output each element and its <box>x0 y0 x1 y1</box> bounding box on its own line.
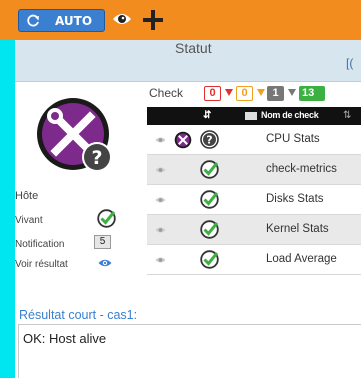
filter-critical-icon[interactable] <box>225 89 233 96</box>
check-name[interactable]: Kernel Stats <box>266 223 329 235</box>
ok-check-icon <box>200 250 219 269</box>
sort-name-icon[interactable]: ⇅ <box>343 110 351 121</box>
check-name[interactable]: Load Average <box>266 253 337 265</box>
resultat-court-text: OK: Host alive <box>23 331 107 346</box>
resultat-court-title: Résultat court - cas1: <box>19 308 138 322</box>
sort-state-icon[interactable]: ⇵ <box>203 110 211 121</box>
check-label: Check <box>149 86 184 100</box>
host-panel: Statut [( ? Hôte Vivant Notification 5 V… <box>15 40 361 378</box>
count-ok[interactable]: 13 <box>299 86 325 101</box>
statut-header: Statut [( <box>15 40 361 82</box>
svg-text:?: ? <box>91 147 102 169</box>
row-tools-icon <box>174 131 192 149</box>
filter-warning-icon[interactable] <box>257 89 265 96</box>
notification-count-badge: 5 <box>94 235 111 249</box>
voir-resultat-label: Voir résultat <box>15 259 68 270</box>
count-critical[interactable]: 0 <box>204 86 221 101</box>
ok-check-icon <box>200 160 219 179</box>
ok-check-icon <box>97 209 116 228</box>
ok-check-icon <box>200 190 219 209</box>
table-row[interactable]: check-metrics <box>147 155 361 185</box>
check-name[interactable]: CPU Stats <box>266 133 320 145</box>
host-label: Hôte <box>15 190 39 202</box>
resultat-court-box: OK: Host alive <box>18 324 361 378</box>
statut-overflow-text: [( <box>346 56 354 70</box>
check-name[interactable]: check-metrics <box>266 163 337 175</box>
host-tools-icon: ? <box>37 98 112 172</box>
unknown-status-icon: ? <box>200 130 219 149</box>
table-row[interactable]: ? CPU Stats <box>147 125 361 155</box>
resultat-court-section: Résultat court - cas1: OK: Host alive <box>15 302 361 378</box>
count-unknown[interactable]: 1 <box>267 86 284 101</box>
count-warning[interactable]: 0 <box>236 86 253 101</box>
notification-label: Notification <box>15 239 65 250</box>
check-table-header: ⇵ Nom de check ⇅ <box>147 107 361 125</box>
auto-refresh-button[interactable]: AUTO <box>18 9 105 32</box>
plus-icon[interactable] <box>141 7 165 33</box>
column-nom-de-check[interactable]: Nom de check <box>261 110 319 120</box>
host-column: ? Hôte Vivant Notification 5 Voir résult… <box>15 82 147 302</box>
check-name[interactable]: Disks Stats <box>266 193 324 205</box>
envelope-icon <box>245 112 257 120</box>
table-row[interactable]: Kernel Stats <box>147 215 361 245</box>
row-eye-icon[interactable] <box>155 226 166 234</box>
row-eye-icon[interactable] <box>155 166 166 174</box>
table-row[interactable]: Load Average <box>147 245 361 275</box>
voir-resultat-eye-icon[interactable] <box>98 258 112 268</box>
check-header: Check 0 0 1 13 <box>147 82 361 107</box>
table-row[interactable]: Disks Stats <box>147 185 361 215</box>
refresh-icon <box>27 14 39 27</box>
auto-label: AUTO <box>55 14 93 28</box>
svg-text:?: ? <box>206 134 212 147</box>
row-eye-icon[interactable] <box>155 256 166 264</box>
ok-check-icon <box>200 220 219 239</box>
row-eye-icon[interactable] <box>155 196 166 204</box>
row-eye-icon[interactable] <box>155 136 166 144</box>
eye-icon[interactable] <box>112 11 132 27</box>
filter-unknown-icon[interactable] <box>288 89 296 96</box>
toolbar: AUTO <box>0 0 361 40</box>
vivant-label: Vivant <box>15 215 43 226</box>
statut-title: Statut <box>175 40 212 56</box>
